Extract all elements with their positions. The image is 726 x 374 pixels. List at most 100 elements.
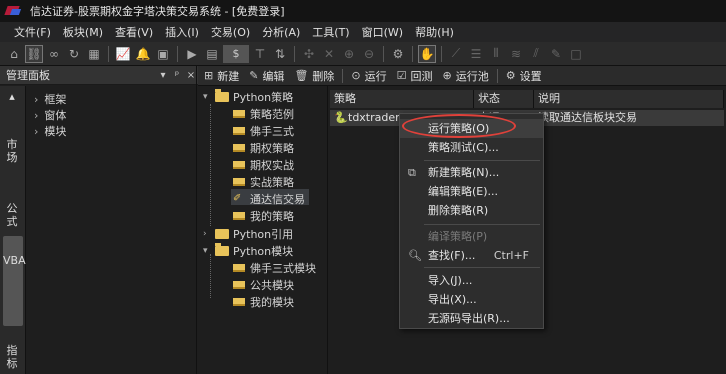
column-header-status[interactable]: 状态: [474, 90, 534, 108]
sort-icon[interactable]: ⇅: [271, 45, 289, 63]
bell-icon[interactable]: 🔔: [134, 45, 152, 63]
run-button[interactable]: ⊙ 运行: [351, 68, 386, 84]
image-icon[interactable]: ▣: [154, 45, 172, 63]
column-header-strategy[interactable]: 策略: [330, 90, 474, 108]
collapse-arrow-icon[interactable]: ▴: [4, 90, 20, 103]
pool-icon: ⊕: [442, 69, 452, 82]
panel-divider[interactable]: [196, 66, 197, 374]
tree-node-python-module[interactable]: ▾ Python模块: [203, 243, 293, 259]
folder-icon: [233, 127, 245, 135]
tree-node-foshou[interactable]: 佛手三式: [233, 123, 294, 139]
gear-icon: ⚙: [505, 69, 516, 82]
chevron-down-icon[interactable]: ▾: [156, 70, 170, 81]
fib-icon[interactable]: ☰: [467, 45, 485, 63]
tree-node-python-ref[interactable]: › Python引用: [203, 226, 293, 242]
menu-analysis[interactable]: 分析(A): [256, 24, 306, 40]
tab-formula[interactable]: 公式: [4, 202, 20, 228]
menu-tools[interactable]: 工具(T): [306, 24, 355, 40]
menu-help[interactable]: 帮助(H): [409, 24, 460, 40]
zoom-out-icon[interactable]: ⊖: [360, 45, 378, 63]
tree-item-frame[interactable]: › 框架: [34, 91, 66, 107]
edit-button[interactable]: ✎ 编辑: [249, 68, 284, 84]
filter-icon[interactable]: ⊤: [251, 45, 269, 63]
title-bar: 信达证券-股票期权金字塔决策交易系统 - [免费登录]: [0, 0, 726, 22]
pen-icon[interactable]: ✎: [547, 45, 565, 63]
column-header-description[interactable]: 说明: [534, 90, 724, 108]
node-label: 通达信交易: [250, 193, 305, 206]
menu-item-label: 导入(J)...: [428, 274, 473, 287]
document-icon[interactable]: ▤: [203, 45, 221, 63]
menu-new-strategy[interactable]: ⧉ 新建策略(N)...: [400, 163, 543, 182]
rect-icon[interactable]: □: [567, 45, 585, 63]
node-label: 策略范例: [250, 108, 294, 121]
node-label: 期权策略: [250, 142, 294, 155]
folder-icon: [233, 212, 245, 220]
tree-node-practice-strategy[interactable]: 实战策略: [233, 174, 294, 190]
channel-icon[interactable]: ⫽: [527, 45, 545, 63]
menu-view[interactable]: 查看(V): [109, 24, 159, 40]
node-label: 实战策略: [250, 176, 294, 189]
move-icon[interactable]: ✣: [300, 45, 318, 63]
tree-item-form[interactable]: › 窗体: [34, 107, 66, 123]
currency-button[interactable]: $: [223, 44, 249, 63]
pin-icon[interactable]: ᵖ: [170, 70, 184, 81]
tree-node-my-module[interactable]: 我的模块: [233, 294, 294, 310]
play-icon[interactable]: ▶: [183, 45, 201, 63]
tree-node-strategy-example[interactable]: 策略范例: [233, 106, 294, 122]
tree-node-public-module[interactable]: 公共模块: [233, 277, 294, 293]
menu-bar: 文件(F) 板块(M) 查看(V) 插入(I) 交易(O) 分析(A) 工具(T…: [0, 22, 726, 42]
tree-node-option-practice[interactable]: 期权实战: [233, 157, 294, 173]
tree-item-label: 模块: [44, 125, 67, 138]
crosshair-icon[interactable]: ✕: [320, 45, 338, 63]
menu-import[interactable]: 导入(J)...: [400, 271, 543, 290]
link-icon[interactable]: ⛓: [25, 44, 43, 63]
folder-icon: [215, 229, 229, 239]
tab-indicator[interactable]: 指标: [4, 344, 20, 370]
grid-icon[interactable]: ▦: [85, 45, 103, 63]
chain-icon[interactable]: ∞: [45, 45, 63, 63]
menu-insert[interactable]: 插入(I): [159, 24, 205, 40]
new-button[interactable]: ⊞ 新建: [204, 68, 239, 84]
edit-file-icon: ✐: [233, 193, 242, 204]
tab-vba[interactable]: VBA: [3, 236, 26, 326]
highlight-circle-annotation: [402, 114, 516, 138]
run-pool-button[interactable]: ⊕ 运行池: [443, 68, 489, 84]
backtest-button[interactable]: ☑ 回测: [397, 68, 433, 84]
tree-node-tdx-trade[interactable]: ✐ 通达信交易: [233, 191, 305, 207]
node-label: 我的模块: [250, 296, 294, 309]
settings-icon[interactable]: ⚙: [389, 45, 407, 63]
menu-file[interactable]: 文件(F): [8, 24, 57, 40]
toolbar-divider: [441, 45, 442, 62]
tab-market[interactable]: 市场: [4, 138, 20, 164]
chevron-down-icon: ▾: [203, 92, 208, 102]
tree-node-my-strategy[interactable]: 我的策略: [233, 208, 294, 224]
tree-node-python-strategy[interactable]: ▾ Python策略: [203, 89, 293, 105]
tree-item-module[interactable]: › 模块: [34, 123, 66, 139]
delete-button[interactable]: 🗑 删除: [294, 68, 334, 84]
menu-export[interactable]: 导出(X)...: [400, 290, 543, 309]
menu-edit-strategy[interactable]: 编辑策略(E)...: [400, 182, 543, 201]
draw-line-icon[interactable]: ⟋: [447, 45, 465, 63]
tree-node-option-strategy[interactable]: 期权策略: [233, 140, 294, 156]
refresh-icon[interactable]: ↻: [65, 45, 83, 63]
menu-export-no-source[interactable]: 无源码导出(R)...: [400, 309, 543, 328]
bars-icon[interactable]: ⦀: [487, 45, 505, 63]
menu-trade[interactable]: 交易(O): [205, 24, 256, 40]
home-icon[interactable]: ⌂: [5, 45, 23, 63]
settings-button[interactable]: ⚙ 设置: [506, 68, 542, 84]
zoom-in-icon[interactable]: ⊕: [340, 45, 358, 63]
menu-sector[interactable]: 板块(M): [57, 24, 109, 40]
menu-test-strategy[interactable]: 策略测试(C)...: [400, 138, 543, 157]
chevron-right-icon: ›: [203, 229, 207, 239]
chevron-right-icon: ›: [34, 93, 39, 106]
node-label: 公共模块: [250, 279, 294, 292]
tree-node-foshou-module[interactable]: 佛手三式模块: [233, 260, 316, 276]
frame-tree: › 框架 › 窗体 › 模块: [26, 86, 196, 374]
trend-icon[interactable]: ≋: [507, 45, 525, 63]
hand-icon[interactable]: ✋: [418, 44, 436, 63]
menu-find[interactable]: 🔍︎ 查找(F)... Ctrl+F: [400, 246, 543, 265]
menu-delete-strategy[interactable]: 删除策略(R): [400, 201, 543, 220]
folder-icon: [233, 281, 245, 289]
menu-window[interactable]: 窗口(W): [356, 24, 409, 40]
chart-icon[interactable]: 📈: [114, 45, 132, 63]
